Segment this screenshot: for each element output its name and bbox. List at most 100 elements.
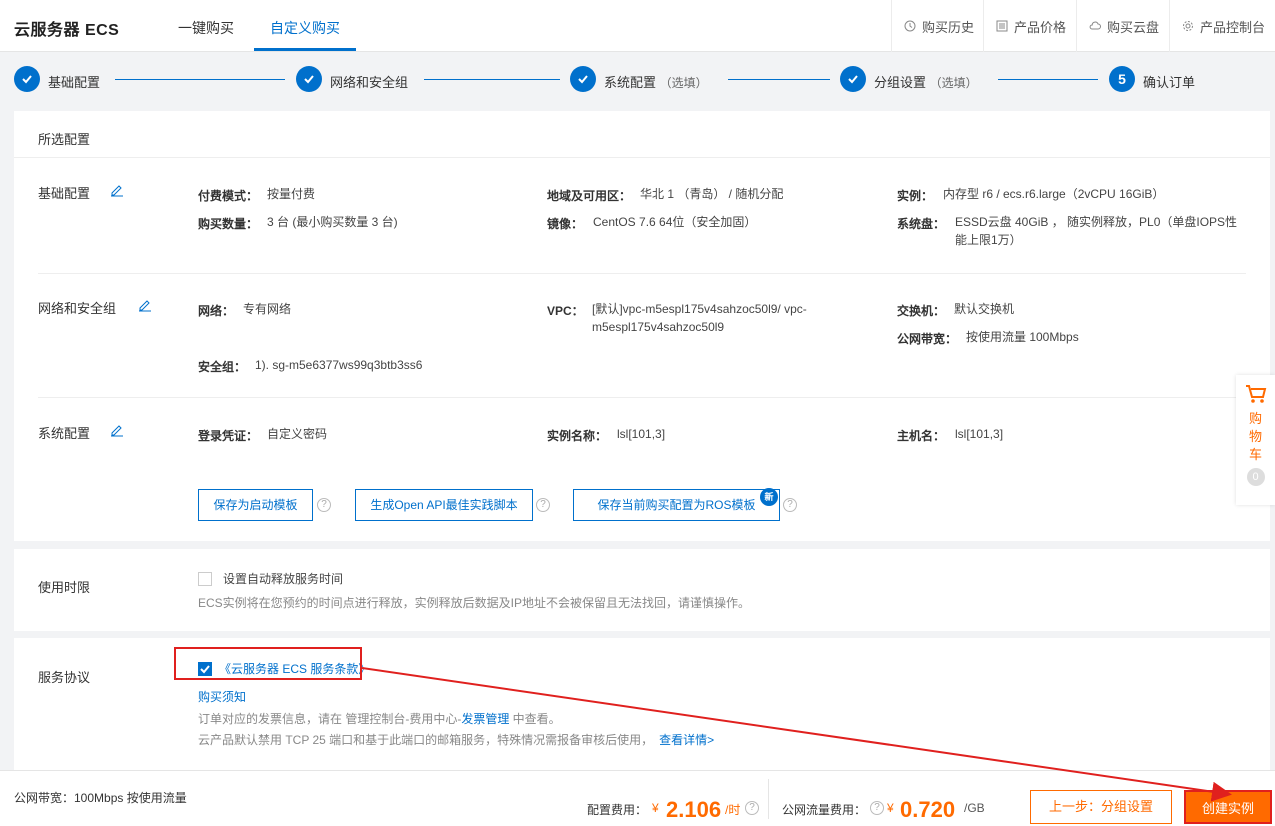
help-icon[interactable]: ? xyxy=(745,801,759,815)
system-disk-value-cont: 能上限1万） xyxy=(955,233,1022,247)
tab-quick-buy[interactable]: 一键购买 xyxy=(178,18,234,38)
step-5-number: 5 xyxy=(1109,66,1135,92)
purchase-notice-link[interactable]: 购买须知 xyxy=(198,688,246,706)
step-connector xyxy=(998,79,1098,80)
agreement-title: 服务协议 xyxy=(38,670,91,685)
edit-system-config-icon[interactable] xyxy=(110,423,124,437)
annotation-highlight-box xyxy=(174,647,362,680)
traffic-fee-unit: /GB xyxy=(964,801,985,815)
product-logo: 云服务器 ECS xyxy=(14,22,120,39)
previous-step-button[interactable]: 上一步：分组设置 xyxy=(1030,790,1172,824)
cart-label: 购物车 xyxy=(1248,411,1262,462)
vswitch-label: 交换机： xyxy=(897,304,946,318)
generate-openapi-script-button[interactable]: 生成Open API最佳实践脚本 xyxy=(355,489,533,521)
step-1-check-icon[interactable] xyxy=(14,66,40,92)
step-4-check-icon[interactable] xyxy=(840,66,866,92)
invoice-note: 订单对应的发票信息，请在 管理控制台-费用中心-发票管理 中查看。 xyxy=(198,712,561,726)
nav-product-console[interactable]: 产品控制台 xyxy=(1169,0,1275,52)
pay-mode-value: 按量付费 xyxy=(267,187,316,201)
help-icon[interactable]: ? xyxy=(870,801,884,815)
vpc-value: [默认]vpc-m5espl175v4sahzoc50l9/ vpc- xyxy=(592,302,807,316)
port-note: 云产品默认禁用 TCP 25 端口和基于此端口的邮箱服务，特殊情况需报备审核后使… xyxy=(198,733,715,747)
vpc-value-cont: m5espl175v4sahzoc50l9 xyxy=(592,320,725,334)
security-group-label: 安全组： xyxy=(198,360,247,374)
hostname-value: lsl[101,3] xyxy=(955,427,1004,441)
instance-value: 内存型 r6 / ecs.r6.large（2vCPU 16GiB） xyxy=(943,187,1165,201)
config-fee-unit: /时 xyxy=(725,803,741,817)
create-instance-button[interactable]: 创建实例 xyxy=(1184,790,1272,824)
basic-config-title: 基础配置 xyxy=(38,186,91,201)
config-fee-value: 2.106 xyxy=(666,797,722,822)
auto-release-label[interactable]: 设置自动释放服务时间 xyxy=(223,570,343,588)
view-details-link[interactable]: 查看详情> xyxy=(659,733,714,747)
config-actions: 保存为启动模板 ? 生成Open API最佳实践脚本 ? 保存当前购买配置为RO… xyxy=(14,488,1270,523)
bandwidth-label: 公网带宽： xyxy=(897,332,958,346)
step-1-label[interactable]: 基础配置 xyxy=(48,72,100,91)
nav-buy-cloud-disk[interactable]: 购买云盘 xyxy=(1076,0,1169,52)
config-fee-currency: ¥ xyxy=(652,801,659,815)
edit-network-config-icon[interactable] xyxy=(138,298,152,312)
gear-icon xyxy=(1182,20,1194,32)
region-label: 地域及可用区： xyxy=(547,189,632,203)
vpc-label: VPC： xyxy=(547,304,584,318)
top-header: 云服务器 ECS 一键购买 自定义购买 购买历史 产品价格 购买云盘 产品控制台 xyxy=(0,0,1275,52)
login-credential-label: 登录凭证： xyxy=(198,429,259,443)
traffic-fee-value: 0.720 xyxy=(900,797,956,822)
duration-title: 使用时限 xyxy=(38,580,91,595)
vswitch-value: 默认交换机 xyxy=(954,302,1015,316)
help-icon[interactable]: ? xyxy=(536,498,550,512)
step-2-label[interactable]: 网络和安全组 xyxy=(330,72,408,91)
step-connector xyxy=(424,79,560,80)
step-2-check-icon[interactable] xyxy=(296,66,322,92)
divider xyxy=(38,273,1246,274)
tab-custom-buy[interactable]: 自定义购买 xyxy=(270,18,340,38)
divider xyxy=(768,779,769,819)
region-value: 华北 1 （青岛） / 随机分配 xyxy=(640,187,784,201)
network-label: 网络： xyxy=(198,304,235,318)
step-4-label[interactable]: 分组设置 （选填） xyxy=(874,72,978,91)
cart-icon xyxy=(1245,385,1266,403)
help-icon[interactable]: ? xyxy=(783,498,797,512)
new-badge: 新 xyxy=(760,488,778,506)
system-config-title: 系统配置 xyxy=(38,426,91,441)
auto-release-checkbox[interactable] xyxy=(198,572,212,586)
help-icon[interactable]: ? xyxy=(317,498,331,512)
cloud-disk-icon xyxy=(1089,20,1101,32)
footer-bandwidth-summary: 公网带宽：100Mbps 按使用流量 xyxy=(14,791,187,805)
selected-config-panel: 所选配置 基础配置 付费模式： 按量付费 地域及可用区： 华北 1 （青岛） /… xyxy=(14,111,1270,541)
step-3-label[interactable]: 系统配置 （选填） xyxy=(604,72,708,91)
count-value: 3 台 (最小购买数量 3 台) xyxy=(267,215,398,229)
step-connector xyxy=(728,79,830,80)
system-disk-value: ESSD云盘 40GiB ， 随实例释放，PL0（单盘IOPS性 xyxy=(955,215,1238,229)
clock-icon xyxy=(904,20,916,32)
security-group-value: 1). sg-m5e6377ws99q3btb3ss6 xyxy=(255,358,423,372)
image-label: 镜像： xyxy=(547,217,584,231)
system-disk-label: 系统盘： xyxy=(897,217,946,231)
invoice-management-link[interactable]: 发票管理 xyxy=(461,712,509,726)
order-footer: 公网带宽：100Mbps 按使用流量 配置费用： ¥ 2.106 /时 ? 公网… xyxy=(0,770,1275,826)
step-3-check-icon[interactable] xyxy=(570,66,596,92)
selected-config-title: 所选配置 xyxy=(38,132,91,147)
network-value: 专有网络 xyxy=(243,302,292,316)
pay-mode-label: 付费模式： xyxy=(198,189,259,203)
hostname-label: 主机名： xyxy=(897,429,946,443)
config-fee-label: 配置费用： xyxy=(587,803,648,817)
traffic-fee-label: 公网流量费用： xyxy=(782,803,867,817)
progress-steps: 基础配置 网络和安全组 系统配置 （选填） 分组设置 （选填） 5 确认订单 xyxy=(0,52,1275,108)
duration-panel: 使用时限 设置自动释放服务时间 ECS实例将在您预约的时间点进行释放，实例释放后… xyxy=(14,549,1270,631)
bandwidth-value: 按使用流量 100Mbps xyxy=(966,330,1079,344)
instance-name-value: lsl[101,3] xyxy=(617,427,666,441)
nav-product-price[interactable]: 产品价格 xyxy=(983,0,1076,52)
network-config-title: 网络和安全组 xyxy=(38,301,117,316)
edit-basic-config-icon[interactable] xyxy=(110,183,124,197)
instance-name-label: 实例名称： xyxy=(547,429,608,443)
price-list-icon xyxy=(996,20,1008,32)
login-credential-value: 自定义密码 xyxy=(267,427,328,441)
divider xyxy=(14,157,1270,158)
save-launch-template-button[interactable]: 保存为启动模板 xyxy=(198,489,313,521)
auto-release-note: ECS实例将在您预约的时间点进行释放，实例释放后数据及IP地址不会被保留且无法找… xyxy=(198,596,751,610)
step-connector xyxy=(115,79,285,80)
shopping-cart[interactable]: 购物车 0 xyxy=(1236,375,1275,505)
nav-purchase-history[interactable]: 购买历史 xyxy=(891,0,983,52)
save-ros-template-button[interactable]: 保存当前购买配置为ROS模板 xyxy=(573,489,780,521)
